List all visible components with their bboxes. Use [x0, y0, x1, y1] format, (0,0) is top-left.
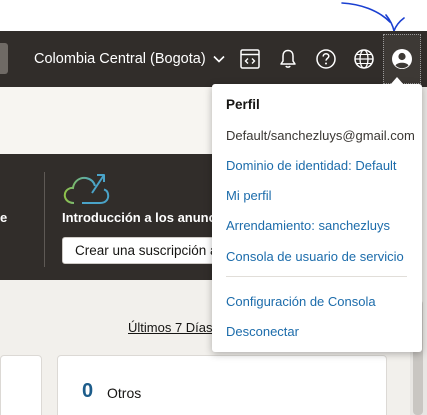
period-filter-link[interactable]: Últimos 7 Días — [128, 320, 213, 335]
hero-partial-text: e — [0, 210, 8, 225]
sign-out-link[interactable]: Desconectar — [226, 324, 299, 339]
help-icon[interactable] — [312, 45, 340, 73]
tenancy-link[interactable]: Arrendamiento: sanchezluys — [226, 218, 390, 233]
others-count: 0 — [82, 380, 94, 402]
announcements-title: Introducción a los anuncios — [62, 210, 235, 225]
code-editor-icon[interactable] — [236, 45, 264, 73]
my-profile-link[interactable]: Mi perfil — [226, 188, 272, 203]
region-label: Colombia Central (Bogota) — [34, 51, 206, 67]
others-label: Otros — [107, 385, 142, 401]
menu-divider — [226, 276, 407, 277]
profile-menu-title: Perfil — [226, 97, 260, 112]
region-selector[interactable]: Colombia Central (Bogota) — [34, 48, 226, 70]
identity-domain-link[interactable]: Dominio de identidad: Default — [226, 158, 397, 173]
console-settings-link[interactable]: Configuración de Consola — [226, 294, 376, 309]
profile-user-email: Default/sanchezluys@gmail.com — [226, 128, 415, 143]
top-navigation-bar: Colombia Central (Bogota) — [0, 31, 427, 87]
search-box-edge[interactable] — [0, 43, 8, 74]
dropdown-caret — [390, 77, 404, 85]
bell-icon[interactable] — [274, 45, 302, 73]
create-subscription-button[interactable]: Crear una suscripción a — [62, 237, 232, 264]
cloud-upload-icon — [63, 174, 110, 204]
hero-divider — [44, 172, 45, 267]
chevron-down-icon — [213, 55, 225, 63]
globe-icon[interactable] — [350, 45, 378, 73]
summary-card-others[interactable]: 0 Otros — [57, 355, 387, 415]
user-icon — [392, 49, 412, 69]
summary-card-left — [0, 355, 42, 415]
service-user-console-link[interactable]: Consola de usuario de servicio — [226, 249, 404, 264]
profile-dropdown-menu: Perfil Default/sanchezluys@gmail.com Dom… — [212, 77, 422, 352]
